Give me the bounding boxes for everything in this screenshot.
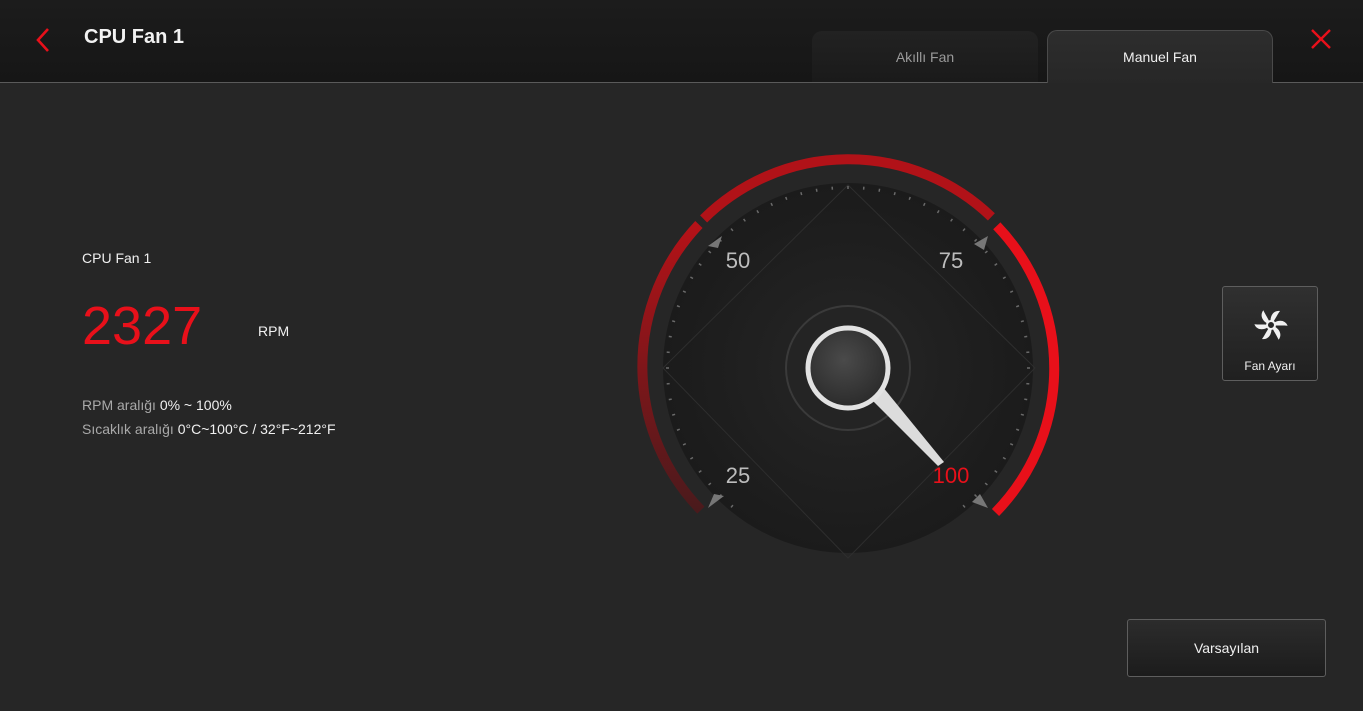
gauge-tick xyxy=(908,196,911,201)
gauge-label-75: 75 xyxy=(939,248,963,273)
gauge-tick xyxy=(1024,335,1028,338)
temp-range-label: Sıcaklık aralığı xyxy=(82,421,174,437)
gauge-tick xyxy=(893,192,896,196)
rpm-range-value: 0% ~ 100% xyxy=(159,397,232,413)
temp-range-value: 0°C~100°C / 32°F~212°F xyxy=(177,421,336,437)
gauge-label-100: 100 xyxy=(933,463,970,488)
gauge-tick xyxy=(676,305,681,308)
tab-smart-fan[interactable]: Akıllı Fan xyxy=(812,31,1038,82)
gauge-tick xyxy=(1020,413,1024,416)
gauge-tick xyxy=(815,188,818,192)
fan-name-label: CPU Fan 1 xyxy=(82,250,152,266)
back-arrow-icon[interactable] xyxy=(30,26,58,54)
rpm-unit-label: RPM xyxy=(258,323,290,339)
gauge-tick xyxy=(1015,428,1020,431)
fan-settings-button[interactable]: Fan Ayarı xyxy=(1222,286,1318,381)
rpm-value: 2327 xyxy=(82,296,203,356)
fan-icon xyxy=(1254,310,1288,340)
fan-speed-gauge[interactable]: 50 75 25 100 xyxy=(630,150,1070,570)
gauge-label-25: 25 xyxy=(726,463,750,488)
gauge-knob[interactable] xyxy=(805,325,891,411)
temp-range-line: Sıcaklık aralığı 0°C~100°C / 32°F~212°F xyxy=(82,421,336,437)
gauge-tick xyxy=(1020,320,1024,323)
gauge-tick xyxy=(672,413,676,416)
gauge-tick xyxy=(668,335,672,338)
page-title: CPU Fan 1 xyxy=(84,26,185,48)
fan-settings-label: Fan Ayarı xyxy=(1244,359,1296,373)
rpm-range-label: RPM aralığı xyxy=(82,397,156,413)
close-icon[interactable] xyxy=(1308,26,1334,52)
gauge-tick xyxy=(785,196,788,201)
default-button[interactable]: Varsayılan xyxy=(1127,619,1326,677)
gauge-tick xyxy=(668,398,672,401)
gauge-tick xyxy=(800,192,803,196)
gauge-tick xyxy=(1024,398,1028,401)
gauge-tick xyxy=(1015,305,1020,308)
gauge-tick xyxy=(672,320,676,323)
rpm-range-line: RPM aralığı 0% ~ 100% xyxy=(82,397,232,413)
tab-manual-fan[interactable]: Manuel Fan xyxy=(1047,30,1273,83)
gauge-label-50: 50 xyxy=(726,248,750,273)
gauge-tick xyxy=(878,188,881,192)
title-bar: CPU Fan 1 Akıllı Fan Manuel Fan xyxy=(0,0,1363,83)
gauge-tick xyxy=(676,428,681,431)
